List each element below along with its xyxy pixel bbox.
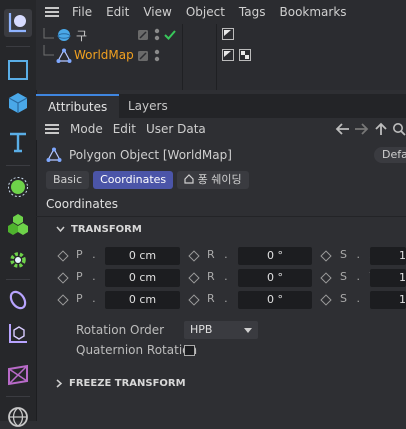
tab-phong-shading[interactable]: 퐁 쉐이딩	[177, 171, 249, 189]
freeze-transform-group-header[interactable]: FREEZE TRANSFORM	[56, 378, 186, 389]
phong-tag-icon[interactable]	[222, 49, 234, 61]
left-toolbar	[0, 0, 37, 427]
subdivision-icon[interactable]	[4, 173, 32, 201]
tree-line-icon	[43, 45, 54, 56]
menu-hamburger-icon[interactable]	[45, 124, 59, 134]
deformer-bend-icon[interactable]	[4, 286, 32, 314]
scale-z-field[interactable]: 1	[370, 291, 406, 309]
tab-basic[interactable]: Basic	[46, 171, 90, 189]
ffd-deformer-icon[interactable]	[4, 361, 32, 389]
keyframe-diamond-icon[interactable]	[320, 250, 332, 262]
object-row-sphere[interactable]: 구	[36, 24, 406, 46]
visibility-dots-icon[interactable]	[153, 28, 161, 42]
keyframe-diamond-icon[interactable]	[188, 272, 200, 284]
uvw-tag-icon[interactable]	[239, 49, 251, 61]
enabled-check-icon[interactable]	[164, 29, 176, 41]
object-list: 구 WorldMap	[36, 24, 406, 90]
pos-y-field[interactable]: 0 cm	[105, 269, 180, 287]
default-dropdown[interactable]: Defa	[374, 147, 406, 163]
back-arrow-icon[interactable]	[334, 122, 350, 136]
rotation-order-value: HPB	[190, 323, 213, 336]
chevron-down-icon	[244, 328, 252, 333]
chevron-right-icon	[56, 379, 63, 388]
tab-coordinates[interactable]: Coordinates	[93, 171, 174, 189]
menu-hamburger-icon[interactable]	[45, 7, 59, 17]
menu-object[interactable]: Object	[179, 5, 232, 19]
sphere-icon	[57, 29, 71, 41]
object-row-worldmap[interactable]: WorldMap	[36, 45, 406, 67]
menu-edit[interactable]: Edit	[108, 122, 141, 136]
rot-p-field[interactable]: 0 °	[238, 269, 312, 287]
cloner-icon[interactable]	[4, 210, 32, 238]
scale-y-field[interactable]: 1	[370, 269, 406, 287]
group-title: FREEZE TRANSFORM	[69, 378, 186, 389]
rotation-order-label: Rotation Order	[76, 323, 165, 337]
chevron-down-icon	[56, 226, 65, 233]
menu-edit[interactable]: Edit	[99, 5, 136, 19]
keyframe-diamond-icon[interactable]	[320, 272, 332, 284]
scale-x-field[interactable]: 1	[370, 247, 406, 265]
polygon-object-icon	[46, 147, 62, 162]
object-name: 구	[76, 29, 88, 43]
transform-group-header[interactable]: TRANSFORM	[56, 224, 142, 235]
menu-tags[interactable]: Tags	[232, 5, 273, 19]
object-name: WorldMap	[74, 48, 134, 62]
rot-b-field[interactable]: 0 °	[238, 291, 312, 309]
keyframe-diamond-icon[interactable]	[57, 294, 69, 306]
section-title: Coordinates	[46, 197, 119, 211]
attribute-tabs: Basic Coordinates 퐁 쉐이딩	[46, 171, 249, 189]
keyframe-diamond-icon[interactable]	[320, 294, 332, 306]
menu-user-data[interactable]: User Data	[141, 122, 211, 136]
tab-layers[interactable]: Layers	[116, 94, 180, 118]
cube-icon[interactable]	[4, 89, 32, 117]
rectangle-spline-icon[interactable]	[4, 56, 32, 84]
phong-tag-icon[interactable]	[222, 28, 234, 40]
effector-gear-icon[interactable]	[4, 246, 32, 274]
object-title: Polygon Object [WorldMap]	[46, 147, 232, 163]
keyframe-diamond-icon[interactable]	[188, 294, 200, 306]
menu-bookmarks[interactable]: Bookmarks	[273, 5, 354, 19]
tree-line-icon	[43, 28, 54, 39]
menu-mode[interactable]: Mode	[65, 122, 108, 136]
home-tag-icon	[184, 174, 194, 184]
phong-label: 퐁 쉐이딩	[197, 173, 242, 186]
keyframe-diamond-icon[interactable]	[188, 250, 200, 262]
object-manager-menubar: File Edit View Object Tags Bookmarks	[36, 0, 406, 24]
selection-tool-icon[interactable]	[4, 9, 32, 37]
up-arrow-icon[interactable]	[374, 122, 388, 136]
quaternion-checkbox[interactable]	[184, 345, 195, 356]
object-title-text: Polygon Object [WorldMap]	[69, 148, 232, 162]
menu-file[interactable]: File	[65, 5, 99, 19]
attributes-menubar: Mode Edit User Data	[36, 118, 406, 140]
globe-icon[interactable]	[4, 401, 32, 429]
search-icon[interactable]	[392, 122, 406, 136]
tab-attributes[interactable]: Attributes	[36, 94, 120, 118]
pos-x-field[interactable]: 0 cm	[105, 247, 180, 265]
pos-z-field[interactable]: 0 cm	[105, 291, 180, 309]
visibility-dots-icon[interactable]	[153, 49, 161, 63]
rot-h-field[interactable]: 0 °	[238, 247, 312, 265]
forward-arrow-icon[interactable]	[354, 122, 370, 136]
layer-pencil-icon[interactable]	[137, 50, 149, 62]
keyframe-diamond-icon[interactable]	[57, 250, 69, 262]
group-title: TRANSFORM	[71, 224, 142, 235]
manager-tabs: Attributes Layers	[36, 94, 406, 118]
polygon-object-icon	[56, 48, 72, 63]
text-tool-icon[interactable]	[4, 128, 32, 156]
layer-pencil-icon[interactable]	[137, 29, 149, 41]
keyframe-diamond-icon[interactable]	[57, 272, 69, 284]
null-axis-icon[interactable]	[4, 320, 32, 348]
quaternion-label: Quaternion Rotation	[76, 343, 198, 357]
menu-view[interactable]: View	[136, 5, 178, 19]
rotation-order-select[interactable]: HPB	[184, 321, 258, 339]
